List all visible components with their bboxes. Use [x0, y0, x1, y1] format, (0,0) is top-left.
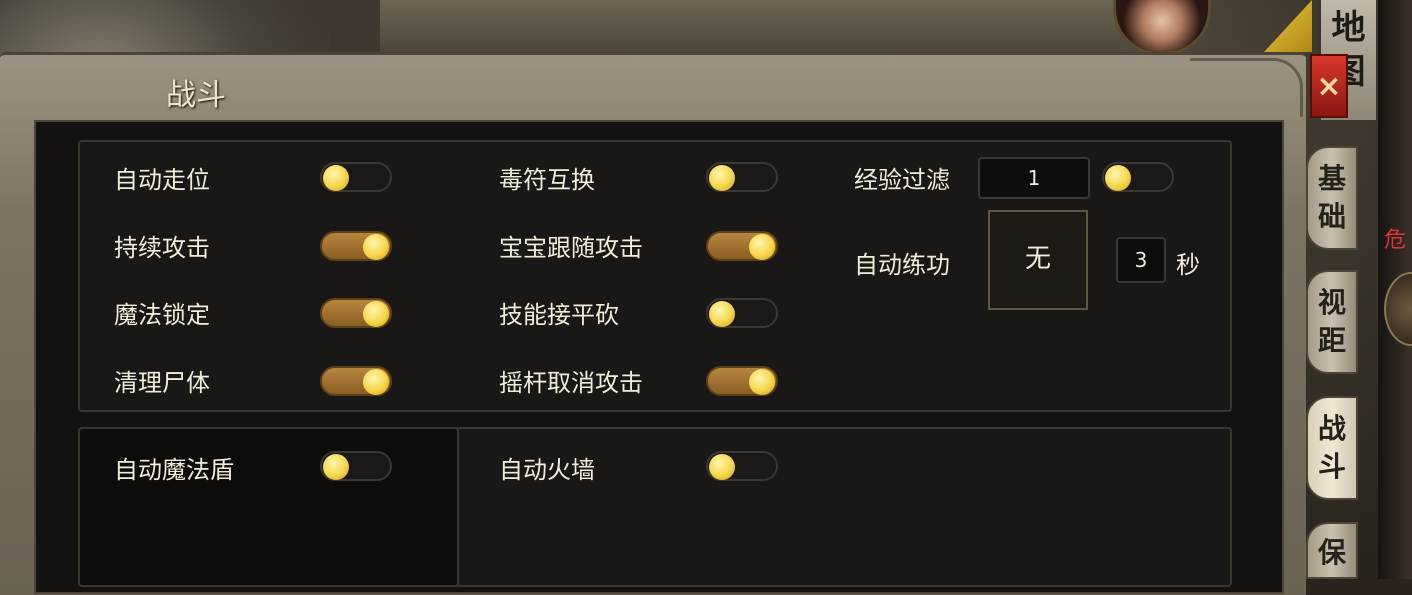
- toggle-knob: [1105, 165, 1131, 191]
- close-icon: ×: [1316, 68, 1342, 104]
- toggle-knob: [363, 301, 389, 327]
- magic-lock-toggle[interactable]: [320, 298, 392, 328]
- tab-protect-char-1: 保: [1317, 536, 1346, 569]
- tab-protect[interactable]: 保: [1306, 522, 1358, 579]
- danger-label: 危: [1384, 228, 1407, 253]
- pet-follow-attack-toggle[interactable]: [706, 231, 778, 261]
- exp-filter-toggle[interactable]: [1102, 162, 1174, 192]
- magic-lock-label: 魔法锁定: [114, 301, 210, 329]
- auto-fire-wall-label: 自动火墙: [499, 456, 595, 484]
- practice-interval-input[interactable]: 3: [1116, 237, 1166, 283]
- skill-chain-label: 技能接平砍: [499, 301, 619, 329]
- panel-corner-ornament: [1190, 58, 1303, 117]
- close-button[interactable]: ×: [1310, 54, 1348, 118]
- toggle-knob: [709, 454, 735, 480]
- tab-basic-char-1: 基: [1317, 162, 1346, 195]
- toggle-knob: [363, 234, 389, 260]
- clear-corpse-label: 清理尸体: [114, 369, 210, 397]
- tab-combat-char-2: 斗: [1317, 450, 1346, 483]
- toggle-knob: [323, 165, 349, 191]
- panel-title: 战斗: [166, 78, 226, 113]
- auto-fire-wall-toggle[interactable]: [706, 451, 778, 481]
- continuous-attack-toggle[interactable]: [320, 231, 392, 261]
- tab-basic-char-2: 础: [1317, 200, 1346, 233]
- poison-swap-toggle[interactable]: [706, 162, 778, 192]
- poison-swap-label: 毒符互换: [499, 166, 595, 194]
- auto-move-toggle[interactable]: [320, 162, 392, 192]
- map-tab-char-1: 地: [1331, 8, 1366, 48]
- auto-magic-shield-label: 自动魔法盾: [114, 456, 234, 484]
- tab-view-char-1: 视: [1317, 286, 1346, 319]
- top-stone-strip: [380, 0, 1120, 54]
- toggle-knob: [709, 165, 735, 191]
- exp-filter-input[interactable]: 1: [978, 157, 1090, 199]
- clear-corpse-toggle[interactable]: [320, 366, 392, 396]
- tab-view-char-2: 距: [1317, 324, 1346, 357]
- joystick-cancel-toggle[interactable]: [706, 366, 778, 396]
- toggle-knob: [709, 301, 735, 327]
- tab-combat-char-1: 战: [1317, 412, 1346, 445]
- toggle-knob: [363, 369, 389, 395]
- toggle-knob: [749, 234, 775, 260]
- seconds-unit-label: 秒: [1176, 251, 1200, 279]
- auto-practice-label: 自动练功: [854, 251, 950, 279]
- tab-combat[interactable]: 战 斗: [1306, 396, 1358, 500]
- auto-move-label: 自动走位: [114, 166, 210, 194]
- joystick-cancel-label: 摇杆取消攻击: [499, 369, 643, 397]
- toggle-knob: [749, 369, 775, 395]
- continuous-attack-label: 持续攻击: [114, 234, 210, 262]
- auto-practice-skill-slot[interactable]: 无: [988, 210, 1088, 310]
- toggle-knob: [323, 454, 349, 480]
- exp-filter-label: 经验过滤: [854, 166, 950, 194]
- auto-magic-shield-toggle[interactable]: [320, 451, 392, 481]
- pet-follow-attack-label: 宝宝跟随攻击: [499, 234, 643, 262]
- tab-view-distance[interactable]: 视 距: [1306, 270, 1358, 374]
- skill-chain-toggle[interactable]: [706, 298, 778, 328]
- tab-basic[interactable]: 基 础: [1306, 146, 1358, 250]
- skill-slot-value: 无: [1024, 244, 1051, 274]
